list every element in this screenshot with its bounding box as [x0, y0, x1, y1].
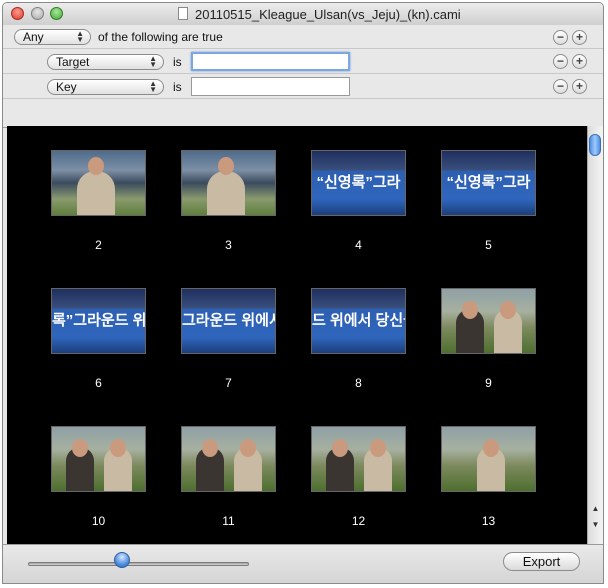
thumbnail-item[interactable]: 2: [51, 150, 146, 260]
thumbnail-image[interactable]: [441, 288, 536, 354]
thumbnail-image[interactable]: [51, 426, 146, 492]
thumbnail-banner-text: 드 위에서 당신을 기다립니다!: [312, 312, 405, 329]
add-rule-button[interactable]: +: [572, 30, 587, 45]
thumbnail-image[interactable]: “신영록”그라: [311, 150, 406, 216]
remove-rule-button[interactable]: −: [553, 79, 568, 94]
rule-value-field[interactable]: [191, 77, 350, 96]
thumbnail-image[interactable]: [181, 150, 276, 216]
scrollbar-thumb[interactable]: [589, 134, 601, 156]
person-head: [240, 439, 256, 457]
match-mode-popup[interactable]: Any ▲ ▼: [14, 29, 91, 45]
thumbnail-item[interactable]: “신영록”그라 5: [441, 150, 536, 260]
rule-row-key: Key ▲ ▼ is − +: [3, 75, 603, 99]
rule-field-popup[interactable]: Target ▲ ▼: [47, 54, 164, 70]
close-window-button[interactable]: [11, 7, 24, 20]
person-head: [483, 439, 499, 457]
thumbnail-label: 7: [225, 376, 232, 390]
thumbnail-label: 5: [485, 238, 492, 252]
rule-editor: Any ▲ ▼ of the following are true − + Tar…: [3, 25, 603, 128]
bottom-toolbar: Export: [3, 544, 603, 583]
zoom-window-button[interactable]: [50, 7, 63, 20]
popup-arrows-icon: ▲ ▼: [149, 54, 157, 69]
thumbnail-image[interactable]: 록”그라운드 위에서 당: [51, 288, 146, 354]
rule-operator: is: [173, 55, 182, 69]
person-head: [110, 439, 126, 457]
remove-rule-button[interactable]: −: [553, 30, 568, 45]
thumbnail-label: 11: [222, 514, 235, 528]
person-head: [332, 439, 348, 457]
window-title: 20110515_Kleague_Ulsan(vs_Jeju)_(kn).cam…: [195, 7, 461, 22]
export-button[interactable]: Export: [503, 552, 580, 571]
rule-operator: is: [173, 80, 182, 94]
document-icon: [178, 7, 188, 20]
thumbnail-label: 4: [355, 238, 362, 252]
thumbnail-label: 2: [95, 238, 102, 252]
thumbnail-item[interactable]: 13: [441, 426, 536, 536]
thumbnail-label: 10: [91, 514, 106, 528]
thumbnail-item[interactable]: 9: [441, 288, 536, 398]
add-rule-button[interactable]: +: [572, 79, 587, 94]
rule-value-field[interactable]: [191, 52, 350, 71]
thumbnail-label: 3: [225, 238, 232, 252]
title-bar: 20110515_Kleague_Ulsan(vs_Jeju)_(kn).cam…: [3, 3, 603, 26]
thumbnail-image[interactable]: [181, 426, 276, 492]
person-head: [72, 439, 88, 457]
thumbnail-banner-text: “신영록”그라: [316, 174, 401, 191]
vertical-scrollbar[interactable]: ▲ ▼: [587, 126, 603, 544]
thumbnail-item[interactable]: 그라운드 위에서 당신을 기다립 7: [181, 288, 276, 398]
rule-header-row: Any ▲ ▼ of the following are true − +: [3, 25, 603, 49]
person-head: [500, 301, 516, 319]
thumbnail-item[interactable]: “신영록”그라 4: [311, 150, 406, 260]
thumbnail-banner-text: “신영록”그라: [446, 174, 531, 191]
person-head: [202, 439, 218, 457]
thumbnail-banner-text: 록”그라운드 위에서 당: [52, 312, 146, 329]
thumbnail-image[interactable]: 드 위에서 당신을 기다립니다!: [311, 288, 406, 354]
match-mode-value: Any: [23, 30, 44, 44]
thumbnail-banner-text: 그라운드 위에서 당신을 기다립: [182, 312, 275, 329]
zoom-slider-knob[interactable]: [114, 552, 130, 568]
popup-arrows-icon: ▲ ▼: [149, 79, 157, 94]
minimize-window-button[interactable]: [31, 7, 44, 20]
thumbnail-image[interactable]: 그라운드 위에서 당신을 기다립: [181, 288, 276, 354]
thumbnail-image[interactable]: “신영록”그라: [441, 150, 536, 216]
person-head: [370, 439, 386, 457]
add-rule-button[interactable]: +: [572, 54, 587, 69]
thumbnail-image[interactable]: [51, 150, 146, 216]
scroll-up-arrow[interactable]: ▲: [588, 502, 603, 516]
thumbnail-item[interactable]: 12: [311, 426, 406, 536]
thumbnail-item[interactable]: 11: [181, 426, 276, 536]
thumbnail-image[interactable]: [441, 426, 536, 492]
scroll-down-arrow[interactable]: ▼: [588, 518, 603, 532]
match-mode-suffix: of the following are true: [98, 30, 223, 44]
app-window: 20110515_Kleague_Ulsan(vs_Jeju)_(kn).cam…: [2, 2, 604, 584]
thumbnail-label: 12: [351, 514, 366, 528]
thumbnail-label: 8: [355, 376, 362, 390]
thumbnail-grid: 2 3 “신영록”그라 4 “신영록”그라 5 록”그라운드 위에서 당 6 그라운드 위에서 …: [7, 126, 587, 544]
interviewee-figure: [207, 171, 245, 215]
thumbnail-item[interactable]: 3: [181, 150, 276, 260]
thumbnail-image[interactable]: [311, 426, 406, 492]
interviewee-head: [218, 157, 234, 175]
thumbnail-label: 9: [485, 376, 492, 390]
rule-field-popup[interactable]: Key ▲ ▼: [47, 79, 164, 95]
rule-field-value: Key: [56, 80, 77, 94]
thumbnail-label: 13: [481, 514, 496, 528]
popup-arrows-icon: ▲ ▼: [76, 29, 84, 44]
thumbnail-item[interactable]: 록”그라운드 위에서 당 6: [51, 288, 146, 398]
thumbnail-label: 6: [95, 376, 102, 390]
rule-row-target: Target ▲ ▼ is − +: [3, 50, 603, 74]
thumbnail-item[interactable]: 10: [51, 426, 146, 536]
interviewee-figure: [77, 171, 115, 215]
zoom-slider[interactable]: [28, 562, 249, 566]
rule-field-value: Target: [56, 55, 90, 69]
remove-rule-button[interactable]: −: [553, 54, 568, 69]
thumbnail-item[interactable]: 드 위에서 당신을 기다립니다! 8: [311, 288, 406, 398]
person-head: [462, 301, 478, 319]
interviewee-head: [88, 157, 104, 175]
